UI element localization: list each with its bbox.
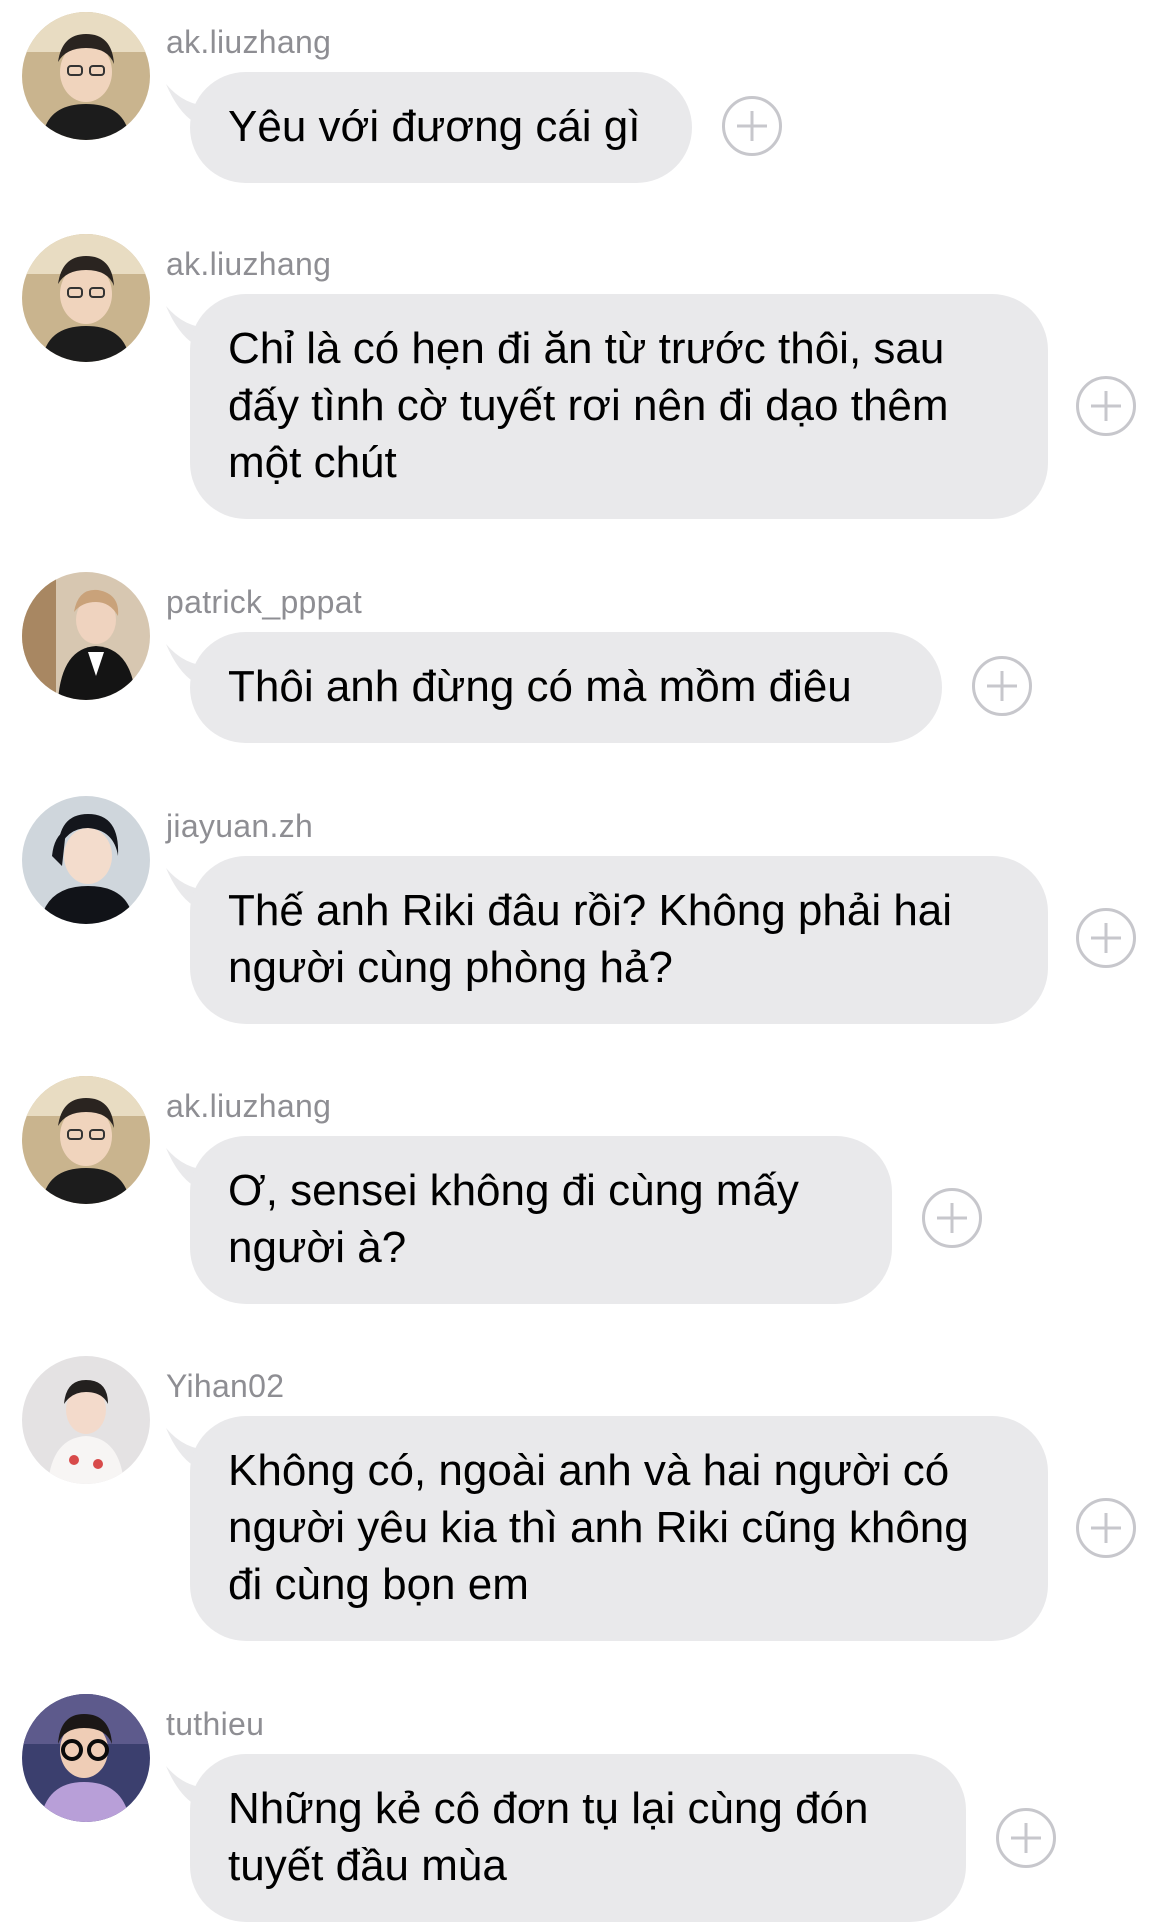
avatar[interactable] (22, 234, 150, 362)
avatar[interactable] (22, 12, 150, 140)
username[interactable]: patrick_pppat (166, 582, 362, 622)
plus-circle-icon[interactable] (1076, 908, 1136, 968)
avatar[interactable] (22, 572, 150, 700)
avatar[interactable] (22, 1076, 150, 1204)
message-bubble[interactable]: Không có, ngoài anh và hai người có ngườ… (190, 1416, 1048, 1641)
username[interactable]: ak.liuzhang (166, 22, 331, 62)
plus-circle-icon[interactable] (996, 1808, 1056, 1868)
avatar[interactable] (22, 1694, 150, 1822)
plus-circle-icon[interactable] (922, 1188, 982, 1248)
message-bubble[interactable]: Yêu với đương cái gì (190, 72, 692, 183)
username[interactable]: Yihan02 (166, 1366, 284, 1406)
message-bubble[interactable]: Ơ, sensei không đi cùng mấy người à? (190, 1136, 892, 1304)
username[interactable]: jiayuan.zh (166, 806, 313, 846)
avatar[interactable] (22, 1356, 150, 1484)
avatar[interactable] (22, 796, 150, 924)
username[interactable]: ak.liuzhang (166, 244, 331, 284)
message-bubble[interactable]: Thôi anh đừng có mà mồm điêu (190, 632, 942, 743)
message-bubble[interactable]: Thế anh Riki đâu rồi? Không phải hai ngư… (190, 856, 1048, 1024)
message-bubble[interactable]: Chỉ là có hẹn đi ăn từ trước thôi, sau đ… (190, 294, 1048, 519)
username[interactable]: tuthieu (166, 1704, 264, 1744)
chat-thread[interactable]: ak.liuzhang Yêu với đương cái gì ak.liuz… (0, 0, 1162, 1922)
plus-circle-icon[interactable] (1076, 376, 1136, 436)
message-bubble[interactable]: Những kẻ cô đơn tụ lại cùng đón tuyết đầ… (190, 1754, 966, 1922)
plus-circle-icon[interactable] (722, 96, 782, 156)
plus-circle-icon[interactable] (1076, 1498, 1136, 1558)
plus-circle-icon[interactable] (972, 656, 1032, 716)
username[interactable]: ak.liuzhang (166, 1086, 331, 1126)
